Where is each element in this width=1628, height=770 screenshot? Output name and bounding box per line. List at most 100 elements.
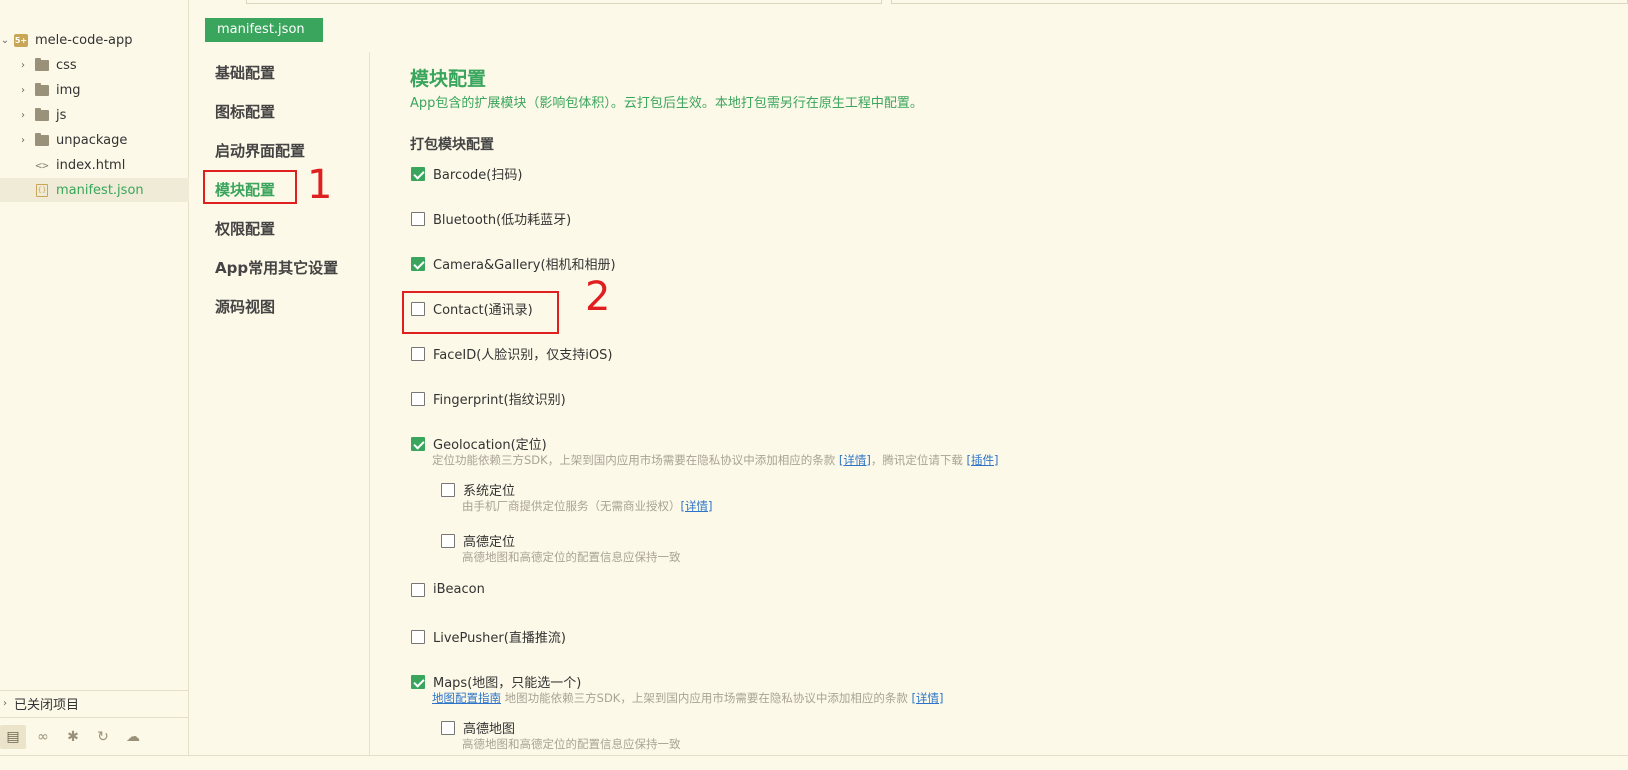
option-label: 高德定位: [463, 535, 516, 550]
module-label: Bluetooth(低功耗蓝牙): [433, 213, 572, 228]
module-livepusher[interactable]: LivePusher(直播推流): [411, 627, 566, 646]
module-fingerprint[interactable]: Fingerprint(指纹识别): [411, 389, 566, 408]
nav-permission-config[interactable]: 权限配置: [215, 218, 275, 239]
module-faceid[interactable]: FaceID(人脸识别，仅支持iOS): [411, 344, 612, 363]
maps-note: 地图配置指南 地图功能依赖三方SDK，上架到国内应用市场需要在隐私协议中添加相应…: [432, 690, 944, 706]
cloud-icon[interactable]: ☁: [120, 725, 146, 749]
chevron-right-icon[interactable]: ›: [18, 110, 28, 121]
plugin-link[interactable]: [插件]: [967, 453, 999, 467]
checkbox-unchecked[interactable]: [411, 301, 425, 316]
project-root[interactable]: ⌄ 5+ mele-code-app: [0, 28, 189, 52]
detail-link[interactable]: [详情]: [839, 453, 871, 467]
nav-divider: [369, 52, 370, 755]
section-description: App包含的扩展模块（影响包体积）。云打包后生效。本地打包需另行在原生工程中配置…: [410, 96, 923, 111]
nav-app-other-settings[interactable]: App常用其它设置: [215, 257, 338, 278]
module-label: LivePusher(直播推流): [433, 631, 566, 646]
module-contact[interactable]: Contact(通讯录): [411, 299, 533, 318]
module-label: Camera&Gallery(相机和相册): [433, 258, 616, 273]
nav-source-view[interactable]: 源码视图: [215, 296, 275, 317]
folder-icon: [35, 57, 49, 71]
checkbox-unchecked[interactable]: [411, 346, 425, 361]
detail-link[interactable]: [详情]: [912, 691, 944, 705]
sidebar-toolbar: ▤ ∞ ✱ ↻ ☁: [0, 717, 189, 755]
tree-item-label: img: [56, 82, 81, 98]
checkbox-checked[interactable]: [411, 256, 425, 271]
maps-amap[interactable]: 高德地图: [441, 718, 515, 737]
note-text: ，腾讯定位请下载: [870, 453, 967, 467]
annotation-box-1: [203, 170, 297, 204]
folder-icon: [35, 82, 49, 96]
option-label: 系统定位: [463, 484, 516, 499]
checkbox-unchecked[interactable]: [441, 482, 455, 497]
section-title: 模块配置: [410, 68, 487, 90]
chevron-right-icon[interactable]: ›: [18, 60, 28, 71]
module-label: iBeacon: [433, 582, 485, 597]
module-camera-gallery[interactable]: Camera&Gallery(相机和相册): [411, 254, 616, 273]
tree-item-label: manifest.json: [56, 182, 144, 198]
search-input-right[interactable]: [891, 0, 1628, 4]
checkbox-unchecked[interactable]: [441, 533, 455, 548]
checkbox-unchecked[interactable]: [441, 720, 455, 735]
sync-icon[interactable]: ↻: [90, 725, 116, 749]
note-text: 由手机厂商提供定位服务（无需商业授权）: [462, 499, 681, 513]
module-maps[interactable]: Maps(地图，只能选一个): [411, 672, 581, 691]
search-input-left[interactable]: [246, 0, 882, 4]
chevron-right-icon[interactable]: ›: [0, 698, 10, 709]
nav-splash-config[interactable]: 启动界面配置: [215, 140, 305, 161]
chevron-right-icon[interactable]: ›: [18, 135, 28, 146]
tree-item-label: unpackage: [56, 132, 128, 148]
project-name: mele-code-app: [35, 32, 133, 48]
tree-item-index-html[interactable]: <> index.html: [0, 153, 189, 177]
code-file-icon: <>: [35, 158, 49, 172]
detail-link[interactable]: [详情]: [681, 499, 713, 513]
tab-manifest-json[interactable]: manifest.json: [205, 18, 323, 42]
chevron-right-icon[interactable]: ›: [18, 85, 28, 96]
checkbox-checked[interactable]: [411, 166, 425, 181]
tree-item-js[interactable]: › js: [0, 103, 189, 127]
json-file-icon: {}: [36, 183, 48, 197]
closed-projects[interactable]: › 已关闭项目: [0, 690, 189, 716]
module-geolocation[interactable]: Geolocation(定位): [411, 434, 547, 453]
tree-item-manifest-json[interactable]: {} manifest.json: [0, 178, 189, 202]
geolocation-note: 定位功能依赖三方SDK，上架到国内应用市场需要在隐私协议中添加相应的条款 [详情…: [432, 452, 998, 468]
tree-item-unpackage[interactable]: › unpackage: [0, 128, 189, 152]
amap-note: 高德地图和高德定位的配置信息应保持一致: [462, 737, 681, 751]
checkbox-unchecked[interactable]: [411, 629, 425, 644]
tree-item-label: js: [56, 107, 67, 123]
annotation-number-2: 2: [585, 274, 611, 320]
bug-icon[interactable]: ✱: [60, 725, 86, 749]
checkbox-unchecked[interactable]: [411, 582, 425, 597]
chevron-down-icon[interactable]: ⌄: [0, 35, 10, 46]
amap-location-note: 高德地图和高德定位的配置信息应保持一致: [462, 550, 681, 564]
tree-item-label: css: [56, 57, 77, 73]
tree-item-img[interactable]: › img: [0, 78, 189, 102]
folder-icon: [35, 132, 49, 146]
checkbox-unchecked[interactable]: [411, 211, 425, 226]
checkbox-checked[interactable]: [411, 436, 425, 451]
project-icon[interactable]: ▤: [0, 724, 26, 749]
map-guide-link[interactable]: 地图配置指南: [432, 691, 501, 705]
module-label: FaceID(人脸识别，仅支持iOS): [433, 348, 613, 363]
module-label: Geolocation(定位): [433, 438, 547, 453]
geo-amap-location[interactable]: 高德定位: [441, 531, 515, 550]
module-bluetooth[interactable]: Bluetooth(低功耗蓝牙): [411, 209, 571, 228]
checkbox-unchecked[interactable]: [411, 391, 425, 406]
module-label: Barcode(扫码): [433, 168, 523, 183]
project-explorer: ⌄ 5+ mele-code-app › css › img › js › un…: [0, 0, 189, 755]
geo-system-location[interactable]: 系统定位: [441, 480, 515, 499]
module-ibeacon[interactable]: iBeacon: [411, 582, 485, 597]
module-label: Maps(地图，只能选一个): [433, 676, 582, 691]
checkbox-checked[interactable]: [411, 674, 425, 689]
project-icon: 5+: [14, 33, 28, 47]
module-label: Fingerprint(指纹识别): [433, 393, 566, 408]
module-barcode[interactable]: Barcode(扫码): [411, 164, 522, 183]
annotation-number-1: 1: [307, 162, 333, 208]
option-label: 高德地图: [463, 722, 516, 737]
tree-item-css[interactable]: › css: [0, 53, 189, 77]
binoculars-icon[interactable]: ∞: [30, 725, 56, 749]
status-bar-divider: [0, 755, 1628, 756]
note-text: 地图功能依赖三方SDK，上架到国内应用市场需要在隐私协议中添加相应的条款: [501, 691, 912, 705]
nav-icon-config[interactable]: 图标配置: [215, 101, 275, 122]
module-label: Contact(通讯录): [433, 303, 533, 318]
nav-basic-config[interactable]: 基础配置: [215, 62, 275, 83]
